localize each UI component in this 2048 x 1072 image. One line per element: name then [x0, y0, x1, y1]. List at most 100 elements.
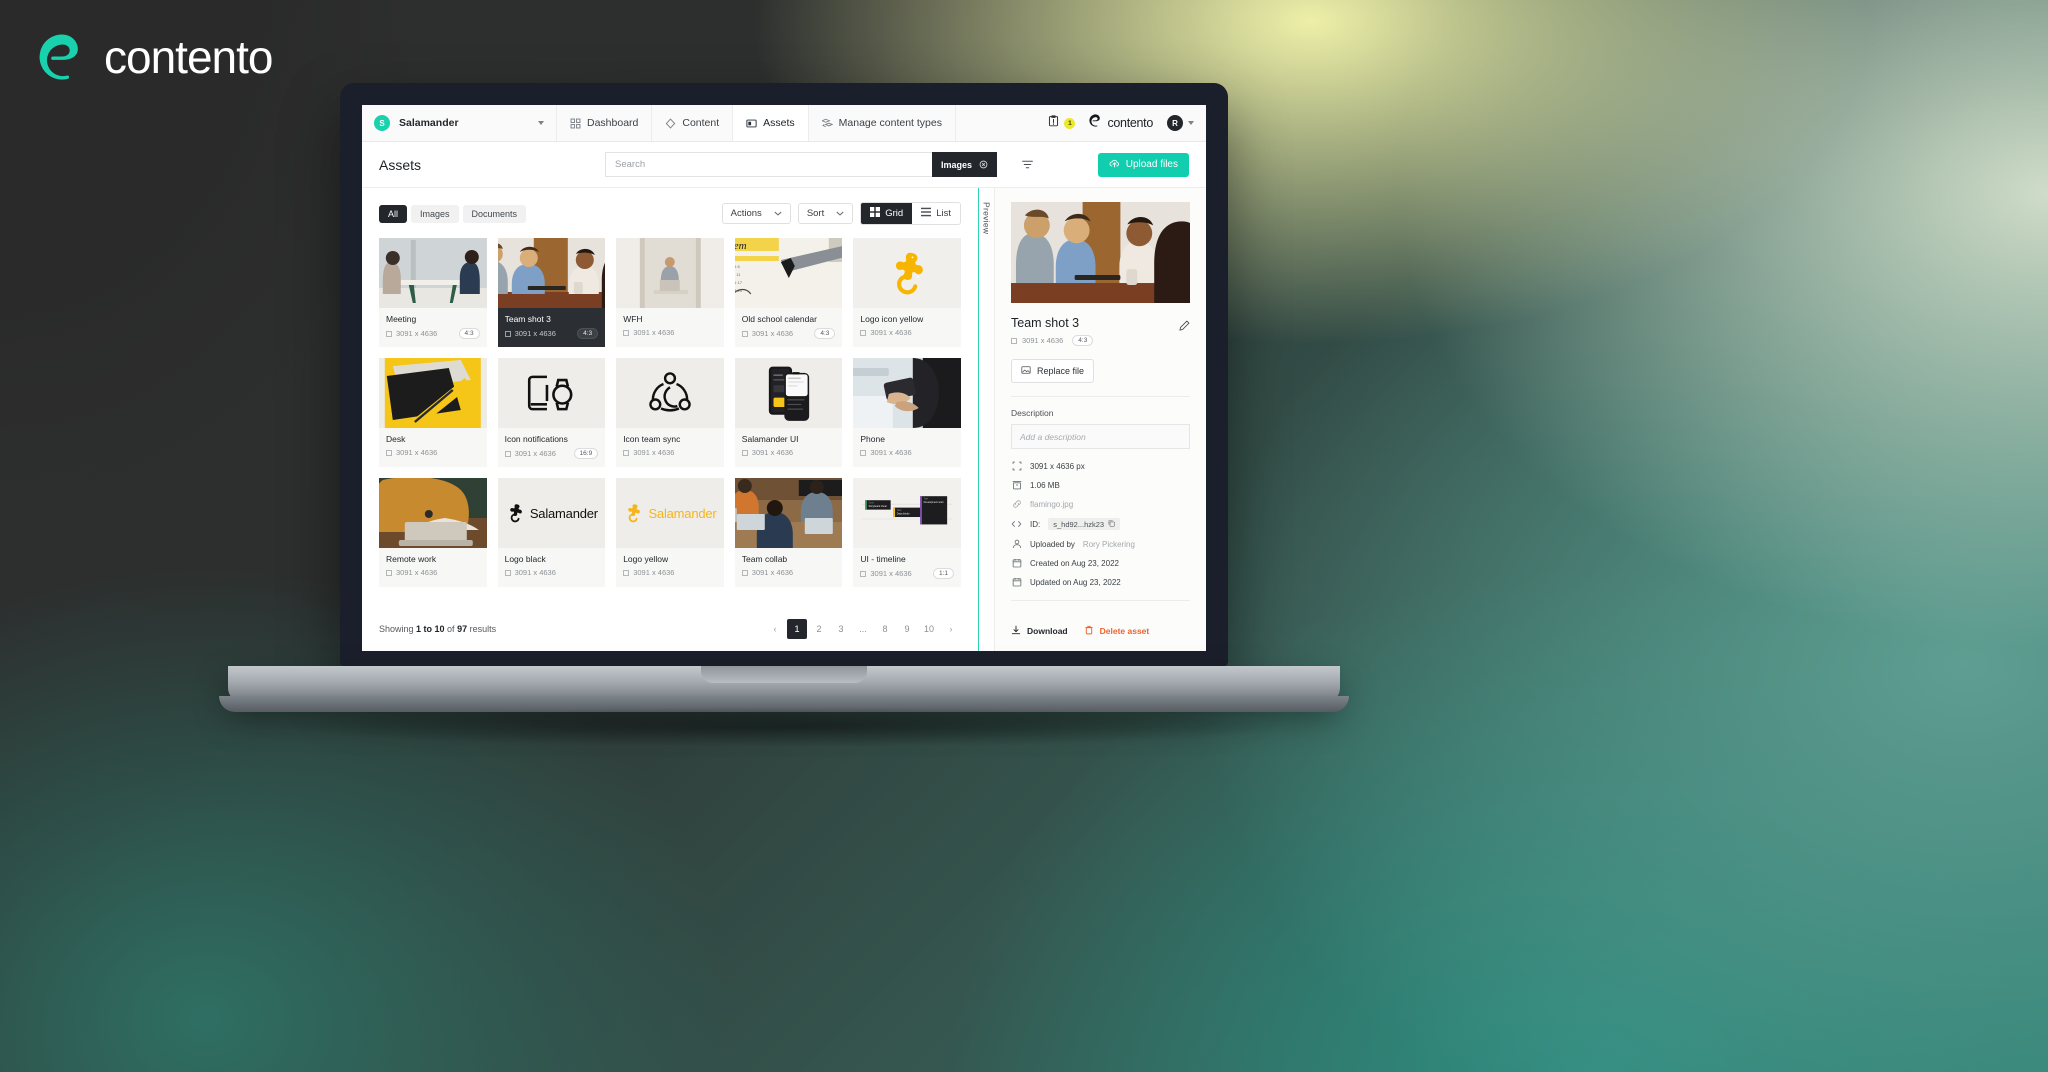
pagination-prev[interactable]: ‹ — [765, 619, 785, 639]
notifications-button[interactable]: 1 — [1048, 114, 1076, 132]
actions-label: Actions — [730, 208, 762, 219]
filter-chip-label: Images — [941, 159, 973, 170]
type-filter-all[interactable]: All — [379, 204, 408, 223]
asset-card[interactable]: Icon team sync 3091 x 4636 — [616, 358, 724, 467]
grid-icon — [870, 207, 881, 220]
dimensions-icon — [504, 569, 511, 576]
upload-files-button[interactable]: Upload files — [1097, 152, 1189, 177]
user-menu[interactable]: R — [1167, 115, 1194, 131]
meta-row-uploaded-by: Uploaded by Rory Pickering — [1011, 539, 1190, 549]
asset-subline: 3091 x 4636 — [386, 448, 480, 457]
phone-mockup-icon — [768, 366, 809, 421]
asset-card[interactable]: Salamander Logo yellow 3091 x 4636 — [616, 478, 724, 587]
close-icon[interactable] — [979, 160, 988, 169]
svg-text:Story: Story — [869, 502, 875, 505]
asset-card[interactable]: Septem 1 2 3 4 5 6 7 8 9 10 11 14 15 16 1… — [734, 238, 843, 347]
asset-card[interactable]: Salamander Logo black 3091 x 4636 — [497, 478, 606, 587]
asset-card-meta: WFH 3091 x 4636 — [616, 308, 724, 345]
edit-pencil-icon[interactable] — [1179, 318, 1190, 336]
nav-tab-dashboard[interactable]: Dashboard — [557, 105, 653, 141]
asset-card-meta: Old school calendar 3091 x 4636 4:3 — [735, 308, 843, 347]
asset-card[interactable]: WFH 3091 x 4636 — [616, 238, 724, 347]
asset-title: Old school calendar — [741, 314, 817, 324]
pagination-page-2[interactable]: 2 — [809, 619, 829, 639]
site-name: Salamander — [399, 117, 459, 129]
pagination-page-8[interactable]: 8 — [875, 619, 895, 639]
pagination-page-10[interactable]: 10 — [919, 619, 939, 639]
asset-card-selected[interactable]: Team shot 3 3091 x 4636 4:3 — [497, 238, 606, 347]
sort-dropdown[interactable]: Sort — [797, 203, 854, 224]
asset-card-meta: Logo black 3091 x 4636 — [498, 548, 606, 585]
asset-thumbnail — [379, 478, 487, 548]
asset-id-chip[interactable]: s_hd92...hzk23 — [1048, 518, 1121, 531]
asset-dimensions: 3091 x 4636 — [751, 448, 794, 457]
asset-thumbnail — [853, 358, 961, 428]
meta-label: Uploaded by — [1030, 539, 1075, 549]
asset-ratio-badge: 4:3 — [577, 328, 599, 339]
asset-thumbnail — [379, 358, 487, 428]
asset-dimensions: 3091 x 4636 — [633, 328, 675, 337]
preview-image — [1011, 202, 1190, 304]
svg-text:1 2 3 4 5 6: 1 2 3 4 5 6 — [735, 264, 740, 269]
pagination-next[interactable]: › — [941, 619, 961, 639]
meta-value: flamingo.jpg — [1030, 499, 1074, 509]
asset-toolbar: All Images Documents Actions Sort Grid L… — [379, 202, 961, 225]
nav-tab-assets[interactable]: Assets — [733, 105, 809, 141]
asset-card[interactable]: Icon notifications 3091 x 4636 16:9 — [497, 358, 606, 467]
asset-thumbnail — [379, 238, 487, 308]
view-list-button[interactable]: List — [912, 203, 960, 224]
asset-card[interactable]: Logo icon yellow 3091 x 4636 — [853, 238, 961, 347]
asset-card[interactable]: Meeting 3091 x 4636 4:3 — [379, 238, 487, 347]
preview-panel-toggle[interactable]: Preview — [978, 188, 994, 651]
pagination-page-9[interactable]: 9 — [897, 619, 917, 639]
layers-icon — [821, 118, 833, 129]
dimensions-icon — [623, 569, 630, 576]
description-input[interactable]: Add a description — [1011, 424, 1190, 450]
app-body: All Images Documents Actions Sort Grid L… — [362, 188, 1206, 651]
pagination-page-3[interactable]: 3 — [831, 619, 851, 639]
delete-asset-button[interactable]: Delete asset — [1084, 625, 1149, 637]
asset-title: Remote work — [386, 554, 437, 564]
filter-icon[interactable] — [1021, 158, 1034, 171]
asset-thumbnail — [616, 358, 724, 428]
dashboard-icon — [570, 118, 581, 129]
asset-card[interactable]: Story Storyboard cheat Task Data divider… — [853, 478, 961, 587]
type-filter-documents[interactable]: Documents — [462, 204, 527, 223]
asset-subline: 3091 x 4636 — [623, 568, 717, 577]
filter-chip-images[interactable]: Images — [932, 152, 998, 177]
preview-subline: 3091 x 4636 4:3 — [1011, 335, 1173, 347]
asset-thumbnail — [734, 478, 843, 548]
type-filter-group: All Images Documents — [379, 204, 527, 223]
dimensions-icon — [741, 449, 748, 456]
preview-title-row: Team shot 3 3091 x 4636 4:3 — [1011, 316, 1190, 347]
actions-dropdown[interactable]: Actions — [721, 203, 791, 224]
search-input[interactable] — [605, 152, 933, 177]
site-selector[interactable]: S Salamander — [362, 105, 557, 141]
asset-card[interactable]: Salamander UI 3091 x 4636 — [734, 358, 843, 467]
asset-card[interactable]: Remote work 3091 x 4636 — [379, 478, 487, 587]
asset-thumbnail: Septem 1 2 3 4 5 6 7 8 9 10 11 14 15 16 1… — [734, 238, 843, 308]
chevron-down-icon — [774, 208, 782, 219]
list-icon — [921, 207, 932, 220]
asset-subline: 3091 x 4636 4:3 — [741, 328, 836, 339]
showing-range: 1 to 10 — [416, 624, 445, 634]
salamander-glyph-icon — [628, 504, 641, 523]
nav-tab-manage-content-types[interactable]: Manage content types — [808, 105, 956, 141]
product-name: contento — [1107, 116, 1153, 130]
asset-card[interactable]: Phone 3091 x 4636 — [853, 358, 961, 467]
salamander-wordmark: Salamander — [648, 505, 717, 521]
nav-tab-content[interactable]: Content — [652, 105, 734, 141]
showing-total: 97 — [457, 624, 468, 634]
dimensions-icon — [741, 330, 748, 337]
asset-card[interactable]: Team collab 3091 x 4636 — [734, 478, 843, 587]
download-button[interactable]: Download — [1011, 625, 1068, 637]
type-filter-images[interactable]: Images — [411, 204, 459, 223]
asset-card[interactable]: Desk 3091 x 4636 — [379, 358, 487, 467]
view-grid-button[interactable]: Grid — [861, 203, 913, 224]
svg-text:7 8 9 10 11: 7 8 9 10 11 — [735, 272, 741, 277]
pagination-page-1[interactable]: 1 — [787, 619, 807, 639]
asset-title: Logo icon yellow — [860, 314, 924, 324]
page-header: Assets Images — [362, 142, 1206, 188]
copy-icon[interactable] — [1108, 520, 1115, 529]
replace-file-button[interactable]: Replace file — [1011, 359, 1095, 384]
